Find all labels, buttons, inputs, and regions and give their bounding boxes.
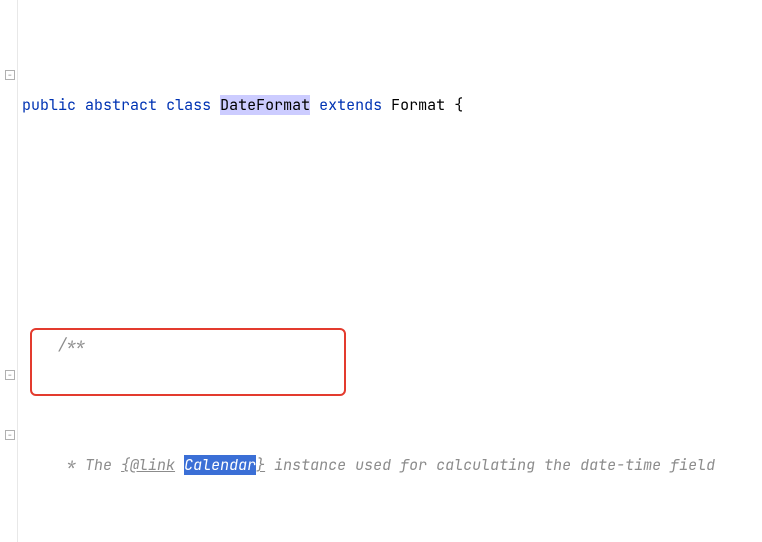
space — [175, 455, 184, 475]
keyword-public: public — [22, 95, 76, 115]
fold-icon[interactable]: − — [5, 430, 15, 440]
code-editor[interactable]: public abstract class DateFormat extends… — [18, 0, 762, 542]
code-line[interactable]: * The {@link Calendar} instance used for… — [22, 450, 762, 480]
code-line[interactable] — [22, 210, 762, 240]
keyword-extends: extends — [319, 95, 382, 115]
brace-open: { — [454, 95, 463, 115]
gutter: − − − — [0, 0, 18, 542]
code-line[interactable]: public abstract class DateFormat extends… — [22, 90, 762, 120]
javadoc-link-target-selected: Calendar — [184, 455, 256, 475]
super-class-name: Format — [391, 95, 445, 115]
keyword-class: class — [166, 95, 211, 115]
javadoc-text: instance used for calculating the date-t… — [265, 455, 715, 475]
fold-icon[interactable]: − — [5, 370, 15, 380]
javadoc-open: /** — [58, 335, 85, 355]
fold-icon[interactable]: − — [5, 70, 15, 80]
keyword-abstract: abstract — [85, 95, 157, 115]
class-name: DateFormat — [220, 95, 310, 115]
code-line[interactable]: /** — [22, 330, 762, 360]
javadoc-link-tag: {@link — [121, 455, 175, 475]
javadoc-link-close: } — [256, 455, 265, 475]
javadoc-text: * The — [58, 455, 121, 475]
